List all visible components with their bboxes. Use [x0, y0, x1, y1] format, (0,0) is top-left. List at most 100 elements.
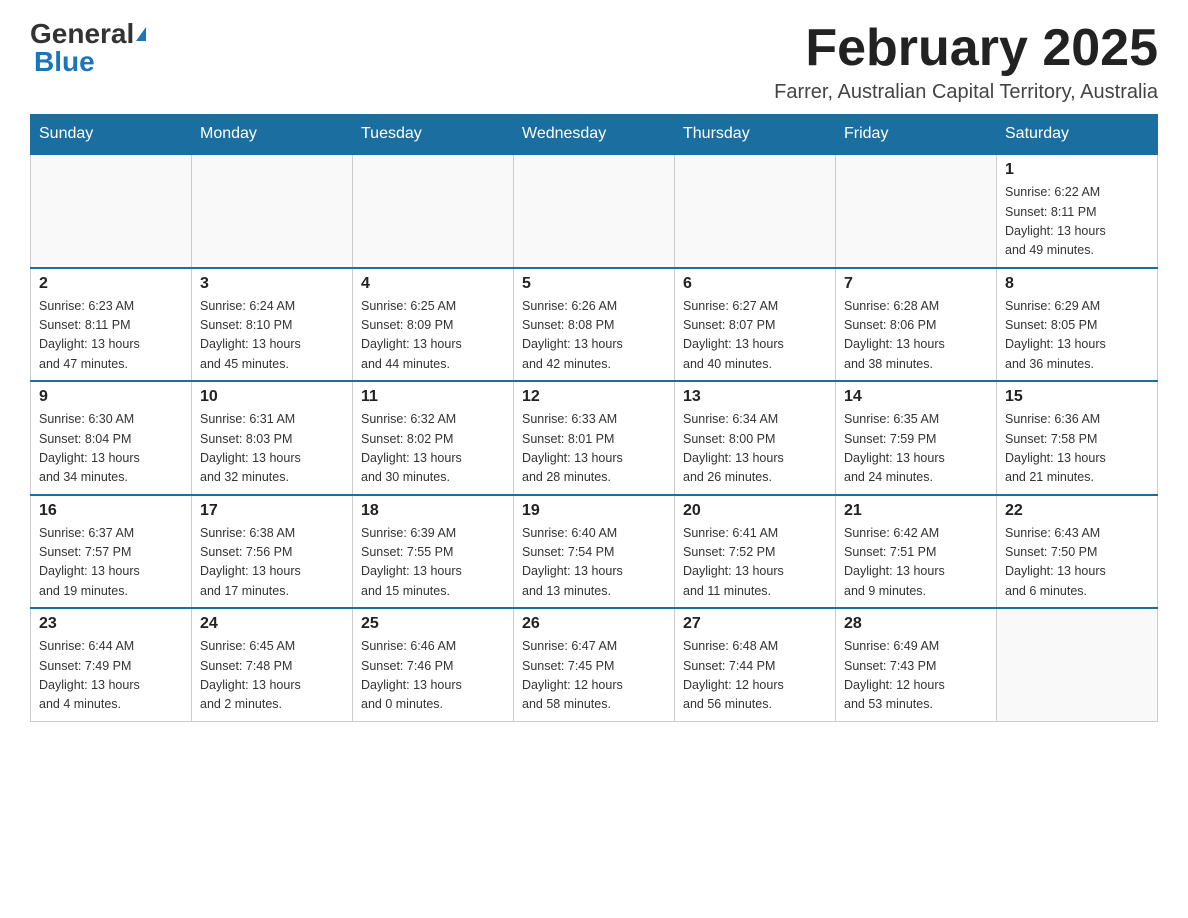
page-header: General Blue February 2025 Farrer, Austr… [30, 20, 1158, 104]
day-info: Sunrise: 6:46 AMSunset: 7:46 PMDaylight:… [361, 637, 505, 715]
calendar-cell: 9Sunrise: 6:30 AMSunset: 8:04 PMDaylight… [31, 381, 192, 495]
day-number: 11 [361, 388, 505, 406]
day-number: 16 [39, 502, 183, 520]
calendar-cell: 7 Sunrise: 6:28 AMSunset: 8:06 PMDaylight… [836, 268, 997, 382]
title-block: February 2025 Farrer, Australian Capital… [774, 20, 1158, 104]
day-number: 12 [522, 388, 666, 406]
calendar-cell: 12 Sunrise: 6:33 AMSunset: 8:01 PMDayligh… [514, 381, 675, 495]
calendar-cell [353, 154, 514, 268]
week-row-4: 16 Sunrise: 6:37 AMSunset: 7:57 PMDayligh… [31, 495, 1158, 609]
column-header-sunday: Sunday [31, 115, 192, 155]
calendar-cell: 13 Sunrise: 6:34 AMSunset: 8:00 PMDayligh… [675, 381, 836, 495]
day-number: 25 [361, 615, 505, 633]
day-number: 7 [844, 275, 988, 293]
calendar-cell: 15 Sunrise: 6:36 AMSunset: 7:58 PMDayligh… [997, 381, 1158, 495]
day-info: Sunrise: 6:28 AMSunset: 8:06 PMDaylight:… [844, 297, 988, 375]
calendar-cell [514, 154, 675, 268]
month-title: February 2025 [774, 20, 1158, 77]
day-info: Sunrise: 6:39 AMSunset: 7:55 PMDaylight:… [361, 524, 505, 602]
day-number: 22 [1005, 502, 1149, 520]
day-number: 28 [844, 615, 988, 633]
day-info: Sunrise: 6:43 AMSunset: 7:50 PMDaylight:… [1005, 524, 1149, 602]
calendar-cell: 18 Sunrise: 6:39 AMSunset: 7:55 PMDayligh… [353, 495, 514, 609]
day-info: Sunrise: 6:25 AMSunset: 8:09 PMDaylight:… [361, 297, 505, 375]
day-info: Sunrise: 6:31 AMSunset: 8:03 PMDaylight:… [200, 410, 344, 488]
calendar-cell: 23 Sunrise: 6:44 AMSunset: 7:49 PMDayligh… [31, 608, 192, 721]
calendar-cell: 22 Sunrise: 6:43 AMSunset: 7:50 PMDayligh… [997, 495, 1158, 609]
column-header-thursday: Thursday [675, 115, 836, 155]
day-number: 17 [200, 502, 344, 520]
day-info: Sunrise: 6:48 AMSunset: 7:44 PMDaylight:… [683, 637, 827, 715]
day-info: Sunrise: 6:24 AMSunset: 8:10 PMDaylight:… [200, 297, 344, 375]
day-number: 15 [1005, 388, 1149, 406]
day-info: Sunrise: 6:37 AMSunset: 7:57 PMDaylight:… [39, 524, 183, 602]
day-info: Sunrise: 6:38 AMSunset: 7:56 PMDaylight:… [200, 524, 344, 602]
day-number: 5 [522, 275, 666, 293]
day-info: Sunrise: 6:44 AMSunset: 7:49 PMDaylight:… [39, 637, 183, 715]
day-number: 20 [683, 502, 827, 520]
calendar-cell [997, 608, 1158, 721]
day-info: Sunrise: 6:29 AMSunset: 8:05 PMDaylight:… [1005, 297, 1149, 375]
column-header-monday: Monday [192, 115, 353, 155]
logo: General Blue [30, 20, 146, 76]
day-info: Sunrise: 6:33 AMSunset: 8:01 PMDaylight:… [522, 410, 666, 488]
column-header-wednesday: Wednesday [514, 115, 675, 155]
calendar-cell [675, 154, 836, 268]
calendar-cell: 14Sunrise: 6:35 AMSunset: 7:59 PMDayligh… [836, 381, 997, 495]
day-info: Sunrise: 6:23 AMSunset: 8:11 PMDaylight:… [39, 297, 183, 375]
calendar-cell: 5 Sunrise: 6:26 AMSunset: 8:08 PMDaylight… [514, 268, 675, 382]
day-info: Sunrise: 6:35 AMSunset: 7:59 PMDaylight:… [844, 410, 988, 488]
calendar-cell: 24 Sunrise: 6:45 AMSunset: 7:48 PMDayligh… [192, 608, 353, 721]
day-number: 19 [522, 502, 666, 520]
calendar-cell: 19 Sunrise: 6:40 AMSunset: 7:54 PMDayligh… [514, 495, 675, 609]
day-info: Sunrise: 6:40 AMSunset: 7:54 PMDaylight:… [522, 524, 666, 602]
day-number: 24 [200, 615, 344, 633]
calendar-cell: 21Sunrise: 6:42 AMSunset: 7:51 PMDayligh… [836, 495, 997, 609]
calendar-cell: 11 Sunrise: 6:32 AMSunset: 8:02 PMDayligh… [353, 381, 514, 495]
day-number: 6 [683, 275, 827, 293]
calendar-cell: 8 Sunrise: 6:29 AMSunset: 8:05 PMDaylight… [997, 268, 1158, 382]
logo-general-text: General [30, 20, 134, 48]
day-number: 8 [1005, 275, 1149, 293]
column-header-friday: Friday [836, 115, 997, 155]
day-number: 1 [1005, 161, 1149, 179]
week-row-5: 23 Sunrise: 6:44 AMSunset: 7:49 PMDayligh… [31, 608, 1158, 721]
calendar-cell [836, 154, 997, 268]
calendar-cell: 6 Sunrise: 6:27 AMSunset: 8:07 PMDaylight… [675, 268, 836, 382]
column-header-tuesday: Tuesday [353, 115, 514, 155]
logo-triangle-icon [136, 27, 146, 41]
day-info: Sunrise: 6:45 AMSunset: 7:48 PMDaylight:… [200, 637, 344, 715]
calendar-cell: 2 Sunrise: 6:23 AMSunset: 8:11 PMDaylight… [31, 268, 192, 382]
calendar-cell: 10Sunrise: 6:31 AMSunset: 8:03 PMDayligh… [192, 381, 353, 495]
day-info: Sunrise: 6:36 AMSunset: 7:58 PMDaylight:… [1005, 410, 1149, 488]
logo-blue-text: Blue [34, 48, 95, 76]
day-info: Sunrise: 6:47 AMSunset: 7:45 PMDaylight:… [522, 637, 666, 715]
calendar-cell [31, 154, 192, 268]
day-number: 13 [683, 388, 827, 406]
day-number: 26 [522, 615, 666, 633]
day-number: 2 [39, 275, 183, 293]
day-number: 3 [200, 275, 344, 293]
day-number: 9 [39, 388, 183, 406]
calendar-header-row: SundayMondayTuesdayWednesdayThursdayFrid… [31, 115, 1158, 155]
calendar-cell: 4Sunrise: 6:25 AMSunset: 8:09 PMDaylight… [353, 268, 514, 382]
calendar-cell: 28Sunrise: 6:49 AMSunset: 7:43 PMDayligh… [836, 608, 997, 721]
day-info: Sunrise: 6:32 AMSunset: 8:02 PMDaylight:… [361, 410, 505, 488]
day-info: Sunrise: 6:41 AMSunset: 7:52 PMDaylight:… [683, 524, 827, 602]
day-number: 18 [361, 502, 505, 520]
calendar-cell: 3 Sunrise: 6:24 AMSunset: 8:10 PMDaylight… [192, 268, 353, 382]
calendar-cell: 1 Sunrise: 6:22 AMSunset: 8:11 PMDaylight… [997, 154, 1158, 268]
day-info: Sunrise: 6:34 AMSunset: 8:00 PMDaylight:… [683, 410, 827, 488]
day-info: Sunrise: 6:42 AMSunset: 7:51 PMDaylight:… [844, 524, 988, 602]
calendar-cell [192, 154, 353, 268]
calendar-cell: 26 Sunrise: 6:47 AMSunset: 7:45 PMDayligh… [514, 608, 675, 721]
day-info: Sunrise: 6:22 AMSunset: 8:11 PMDaylight:… [1005, 183, 1149, 261]
calendar-cell: 27 Sunrise: 6:48 AMSunset: 7:44 PMDayligh… [675, 608, 836, 721]
day-number: 27 [683, 615, 827, 633]
week-row-3: 9Sunrise: 6:30 AMSunset: 8:04 PMDaylight… [31, 381, 1158, 495]
week-row-1: 1 Sunrise: 6:22 AMSunset: 8:11 PMDaylight… [31, 154, 1158, 268]
day-info: Sunrise: 6:26 AMSunset: 8:08 PMDaylight:… [522, 297, 666, 375]
day-number: 23 [39, 615, 183, 633]
location-title: Farrer, Australian Capital Territory, Au… [774, 81, 1158, 104]
day-info: Sunrise: 6:27 AMSunset: 8:07 PMDaylight:… [683, 297, 827, 375]
